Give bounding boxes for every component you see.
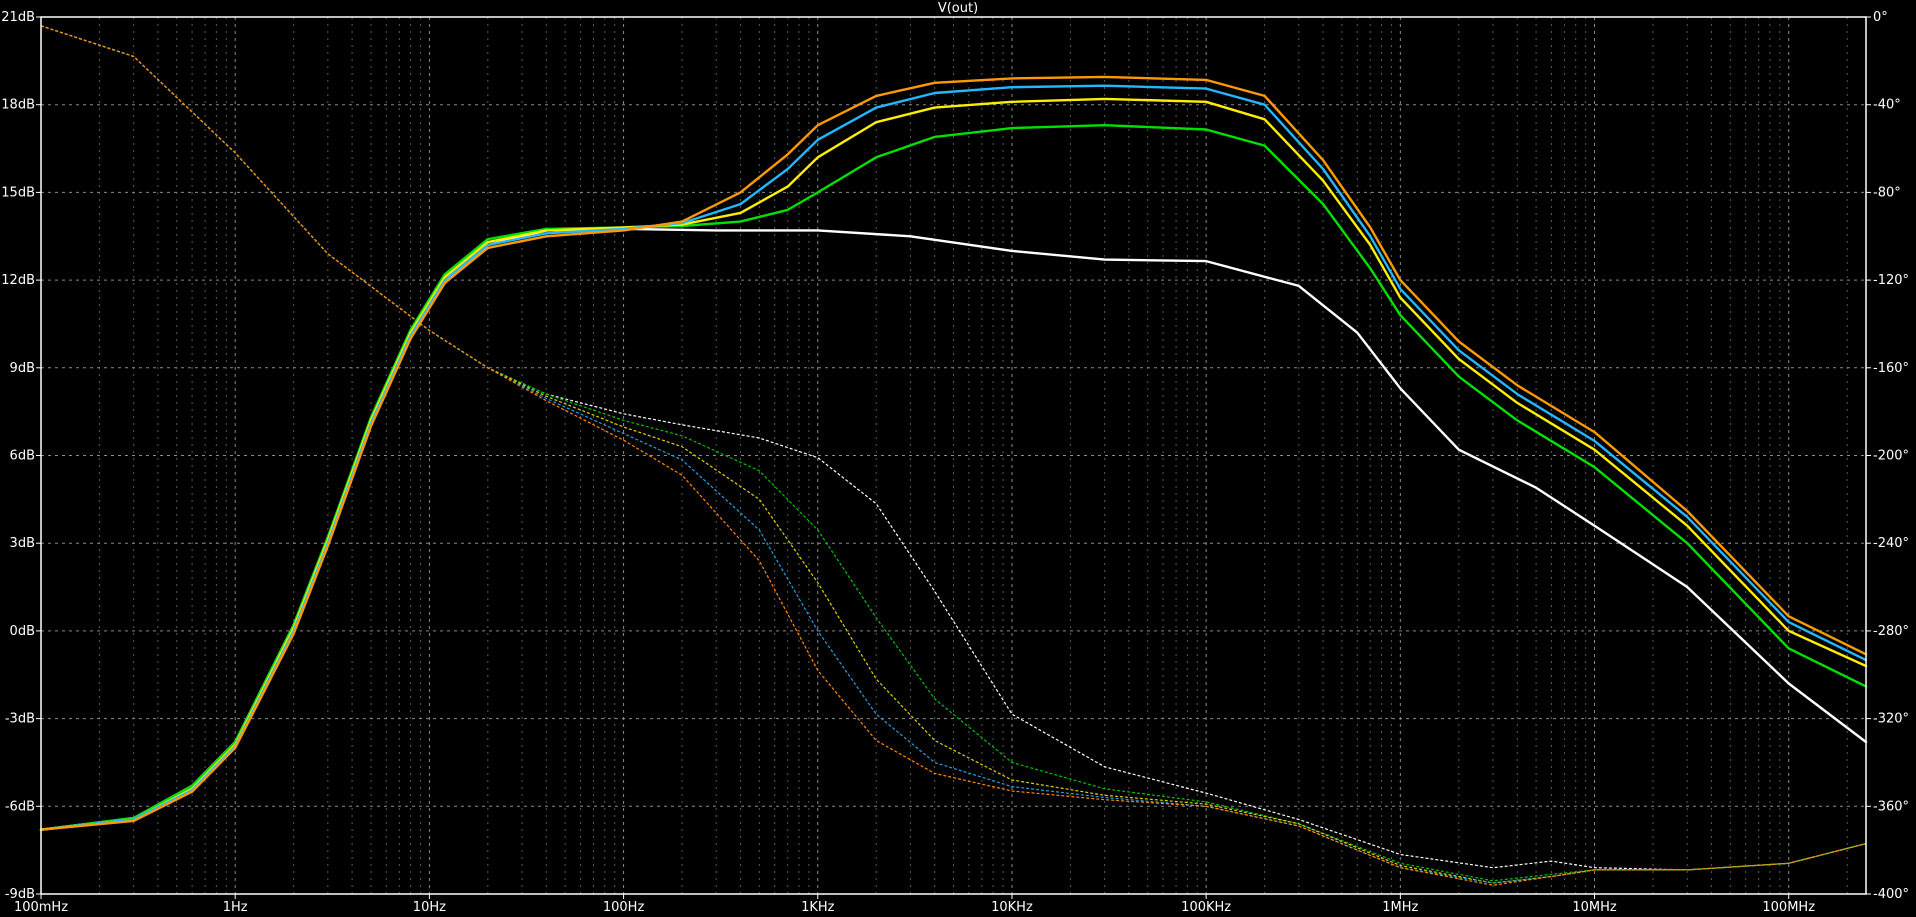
y2-tick-label: -160° (1873, 361, 1909, 376)
x-tick-label: 10MHz (1572, 900, 1617, 915)
x-tick-label: 100KHz (1181, 900, 1231, 915)
x-tick-label: 100Hz (603, 900, 645, 915)
y2-tick-label: -400° (1873, 887, 1909, 902)
y-tick-label: 6dB (10, 449, 35, 464)
y2-tick-label: -80° (1873, 185, 1901, 200)
y-tick-label: 0dB (10, 624, 35, 639)
y-tick-label: 21dB (1, 10, 35, 25)
y2-tick-label: -280° (1873, 624, 1909, 639)
x-tick-label: 10Hz (413, 900, 446, 915)
y-tick-label: -9dB (5, 887, 35, 902)
y-tick-label: -3dB (5, 712, 35, 727)
x-tick-label: 1MHz (1382, 900, 1418, 915)
x-tick-label: 100MHz (1762, 900, 1815, 915)
x-tick-label: 1KHz (801, 900, 835, 915)
y2-tick-label: -320° (1873, 712, 1909, 727)
chart-title: V(out) (938, 1, 978, 16)
x-tick-label: 1Hz (223, 900, 248, 915)
plot-background (0, 0, 1916, 917)
y2-tick-label: 0° (1873, 10, 1888, 25)
y2-tick-label: -120° (1873, 273, 1909, 288)
x-tick-label: 100mHz (14, 900, 68, 915)
y-tick-label: 9dB (10, 361, 35, 376)
y-tick-label: 15dB (1, 185, 35, 200)
bode-plot: V(out) 100mHz 1Hz 10Hz 100Hz 1KHz 10KHz 100KHz… (0, 0, 1916, 917)
x-tick-label: 10KHz (991, 900, 1033, 915)
y2-tick-label: -360° (1873, 799, 1909, 814)
y2-tick-label: -200° (1873, 449, 1909, 464)
y-tick-label: 18dB (1, 98, 35, 113)
y-tick-label: 12dB (1, 273, 35, 288)
y-tick-label: 3dB (10, 536, 35, 551)
y-tick-label: -6dB (5, 799, 35, 814)
y2-tick-label: -40° (1873, 98, 1901, 113)
y2-tick-label: -240° (1873, 536, 1909, 551)
